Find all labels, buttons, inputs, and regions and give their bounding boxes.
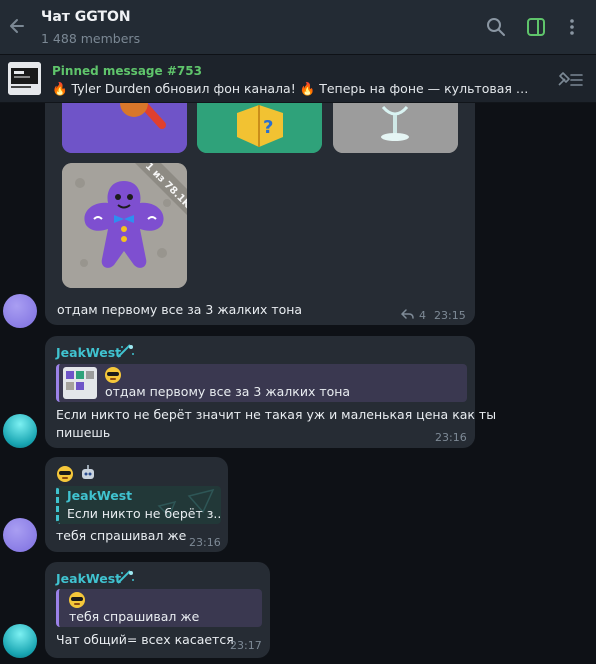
quoted-sender: JeakWest: [67, 488, 133, 503]
chat-title[interactable]: Чат GGTON: [41, 9, 131, 25]
sticker-tile[interactable]: ?: [197, 103, 322, 153]
sender-status-icon: [117, 344, 134, 358]
message-time: 23:17: [230, 639, 262, 652]
avatar[interactable]: [3, 294, 37, 328]
message-time: 23:16: [189, 536, 221, 549]
more-menu-icon[interactable]: [562, 17, 582, 37]
avatar[interactable]: [3, 414, 37, 448]
sender-status-icon: [117, 570, 134, 584]
sticker-tile[interactable]: [62, 103, 187, 153]
quoted-text: Если никто не берёт з...: [67, 506, 221, 521]
quote-thumbnail: [63, 367, 97, 399]
message-time: 23:16: [435, 431, 467, 444]
back-arrow-icon[interactable]: [6, 14, 28, 38]
avatar[interactable]: [3, 518, 37, 552]
svg-text:?: ?: [263, 117, 273, 138]
quoted-text: тебя спрашивал же: [69, 609, 200, 624]
pinned-title: Pinned message #753: [52, 64, 202, 78]
reply-quote[interactable]: тебя спрашивал же: [56, 589, 262, 627]
pinned-text: 🔥 Tyler Durden обновил фон канала! 🔥 Теп…: [52, 81, 530, 96]
avatar[interactable]: [3, 624, 37, 658]
message-text: Чат общий= всех касается: [56, 632, 234, 647]
chat-header: Чат GGTON 1 488 members: [0, 0, 596, 54]
sunglasses-emoji-icon: [105, 367, 121, 383]
sunglasses-emoji-icon: [69, 592, 85, 608]
reply-arrow-icon: [400, 309, 414, 319]
search-icon[interactable]: [486, 17, 506, 37]
message-text-line1: Если никто не берёт значит не такая уж и…: [56, 407, 497, 422]
sticker-tile-gingerbread[interactable]: 1 из 78.1K: [62, 163, 187, 288]
member-count: 1 488 members: [41, 31, 141, 46]
robot-emoji-icon: [82, 465, 94, 479]
sticker-tile[interactable]: [333, 103, 458, 153]
sender-name[interactable]: JeakWest: [56, 571, 121, 586]
message-text-line2: пишешь: [56, 425, 111, 440]
message-text: отдам первому все за 3 жалких тона: [57, 302, 303, 317]
sidebar-toggle-icon[interactable]: [526, 17, 546, 37]
sunglasses-emoji-icon: [57, 466, 73, 482]
pinned-thumbnail: [8, 62, 41, 95]
reply-quote[interactable]: JeakWest Если никто не берёт з...: [56, 486, 221, 524]
reply-quote[interactable]: отдам первому все за 3 жалких тона: [56, 364, 467, 402]
message-time: 23:15: [434, 309, 466, 322]
pinned-message-bar[interactable]: Pinned message #753 🔥 Tyler Durden обнов…: [0, 55, 596, 103]
sender-name[interactable]: JeakWest: [56, 345, 121, 360]
unpin-list-icon[interactable]: [556, 70, 584, 88]
reply-count[interactable]: 4: [419, 309, 426, 322]
quoted-text: отдам первому все за 3 жалких тона: [105, 384, 351, 399]
message-text: тебя спрашивал же: [56, 528, 187, 543]
